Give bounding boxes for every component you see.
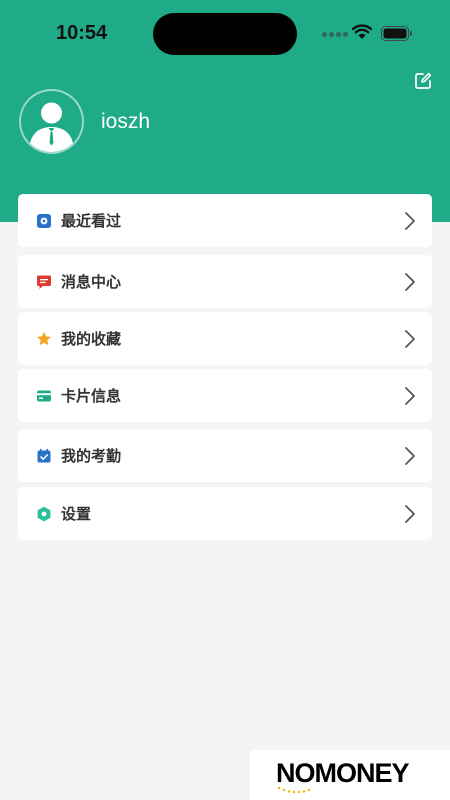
menu-item-label: 我的考勤 <box>61 447 122 465</box>
card-icon <box>37 390 51 402</box>
menu-item-label: 设置 <box>61 505 92 523</box>
chevron-right-icon <box>405 505 415 523</box>
chevron-right-icon <box>405 447 415 465</box>
menu-item-label: 卡片信息 <box>61 387 122 405</box>
star-icon <box>36 331 52 346</box>
menu-item-label: 消息中心 <box>61 273 122 291</box>
battery-icon <box>381 26 412 41</box>
chevron-right-icon <box>405 273 415 291</box>
wifi-icon <box>352 24 372 39</box>
avatar[interactable] <box>19 89 84 154</box>
menu-item-settings[interactable]: 设置 <box>18 487 432 540</box>
chevron-right-icon <box>405 387 415 405</box>
gear-icon <box>37 506 51 522</box>
chevron-right-icon <box>405 212 415 230</box>
username[interactable]: ioszh <box>101 110 150 134</box>
profile-screen: 10:54 ioszh 最近看过 消息中心 我的收藏 卡片信息 我的考勤 设置 … <box>0 0 450 800</box>
edit-icon[interactable] <box>414 72 432 90</box>
nomoney-logo: NOMONEY <box>250 750 450 800</box>
profile-header: 10:54 ioszh <box>0 0 450 222</box>
menu-item-favorites[interactable]: 我的收藏 <box>18 312 432 365</box>
status-bar: 10:54 <box>0 0 450 66</box>
menu-item-label: 我的收藏 <box>61 330 122 348</box>
recent-icon <box>37 214 51 228</box>
calendar-icon <box>37 448 51 463</box>
user-silhouette-icon <box>29 102 74 152</box>
chevron-right-icon <box>405 330 415 348</box>
message-icon <box>37 275 51 289</box>
status-time: 10:54 <box>56 22 108 44</box>
logo-stars-icon <box>277 786 311 794</box>
menu-item-label: 最近看过 <box>61 212 122 230</box>
cellular-signal-icon <box>322 32 348 38</box>
menu-item-card-info[interactable]: 卡片信息 <box>18 369 432 422</box>
menu-item-attendance[interactable]: 我的考勤 <box>18 429 432 482</box>
menu-item-messages[interactable]: 消息中心 <box>18 255 432 308</box>
menu-item-recent[interactable]: 最近看过 <box>18 194 432 247</box>
dynamic-island <box>153 13 297 55</box>
